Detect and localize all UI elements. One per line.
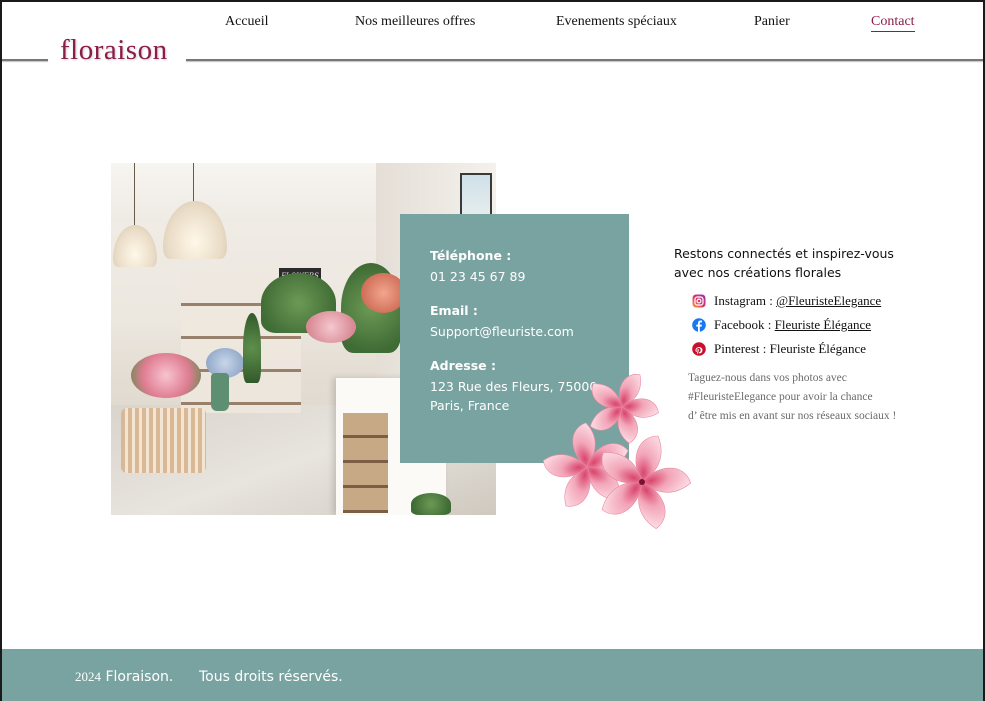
header-divider-right: [186, 59, 983, 61]
facebook-network-label: Facebook :: [714, 317, 772, 332]
phone-label: Téléphone :: [430, 248, 512, 263]
brand-logo[interactable]: floraison: [60, 34, 168, 67]
main-nav: Accueil Nos meilleures offres Evenements…: [2, 14, 983, 34]
pinterest-handle-link[interactable]: Fleuriste Élégance: [770, 341, 866, 357]
social-row-pinterest: Pinterest : Fleuriste Élégance: [692, 341, 866, 357]
instagram-icon[interactable]: [692, 294, 706, 308]
email-value[interactable]: Support@fleuriste.com: [430, 322, 629, 341]
instagram-network-label: Instagram :: [714, 293, 773, 308]
site-footer: 2024 Floraison. Tous droits réservés.: [2, 649, 983, 701]
social-row-instagram: Instagram : @FleuristeElegance: [692, 293, 881, 309]
footer-rights: Tous droits réservés.: [199, 669, 343, 685]
nav-link-accueil[interactable]: Accueil: [225, 14, 269, 30]
phone-value[interactable]: 01 23 45 67 89: [430, 267, 629, 286]
footer-copyright: 2024 Floraison.: [75, 669, 173, 685]
facebook-icon[interactable]: [692, 318, 706, 332]
instagram-handle-link[interactable]: @FleuristeElegance: [776, 293, 881, 309]
pinterest-icon[interactable]: [692, 342, 706, 356]
facebook-handle-link[interactable]: Fleuriste Élégance: [775, 317, 871, 333]
nav-link-evenements[interactable]: Evenements spéciaux: [556, 14, 677, 30]
pink-flower-decoration: [542, 374, 692, 529]
email-label: Email :: [430, 303, 478, 318]
hashtag-invitation-text: Taguez-nous dans vos photos avec #Fleuri…: [688, 372, 897, 422]
nav-link-offres[interactable]: Nos meilleures offres: [355, 14, 475, 30]
footer-brand: Floraison.: [105, 669, 174, 685]
footer-year: 2024: [75, 669, 101, 684]
social-row-facebook: Facebook : Fleuriste Élégance: [692, 317, 871, 333]
social-heading: Restons connectés et inspirez-vous avec …: [674, 246, 894, 280]
pinterest-network-label: Pinterest :: [714, 341, 767, 356]
header-divider-left: [2, 59, 48, 61]
nav-link-panier[interactable]: Panier: [754, 14, 790, 30]
nav-link-contact[interactable]: Contact: [871, 14, 915, 32]
